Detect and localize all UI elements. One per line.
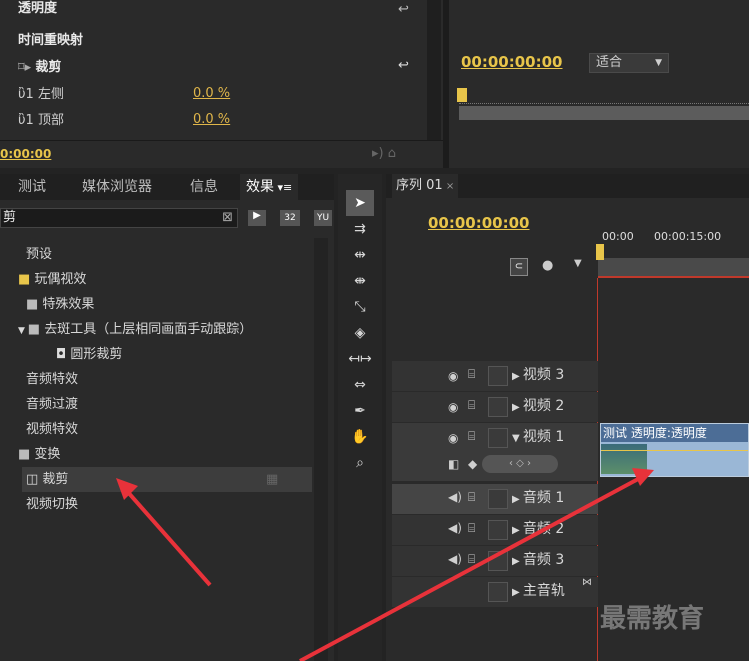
arrow-line bbox=[299, 476, 641, 661]
arrow-head bbox=[116, 478, 138, 500]
arrow-head bbox=[632, 468, 654, 486]
annotation-arrows bbox=[116, 468, 654, 661]
arrow-line bbox=[124, 488, 212, 587]
